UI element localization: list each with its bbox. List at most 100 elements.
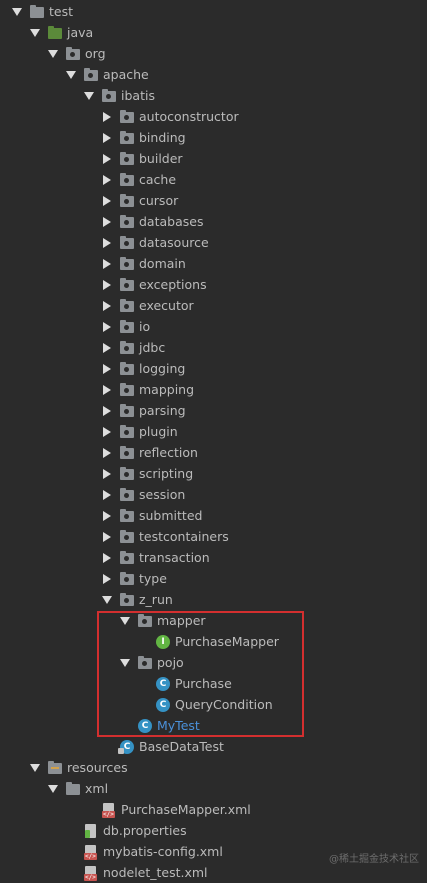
tree-node[interactable]: scripting [102,463,193,484]
collapsed-arrow-icon[interactable] [102,384,112,395]
tree-node[interactable]: xml [48,778,108,799]
tree-row[interactable]: z_run [0,589,427,610]
tree-node[interactable]: executor [102,295,194,316]
tree-row[interactable]: mapper [0,610,427,631]
tree-node[interactable]: C MyTest [120,715,200,736]
collapsed-arrow-icon[interactable] [102,258,112,269]
tree-node[interactable]: autoconstructor [102,106,239,127]
tree-row[interactable]: cursor [0,190,427,211]
collapsed-arrow-icon[interactable] [102,489,112,500]
tree-node[interactable]: testcontainers [102,526,229,547]
tree-node[interactable]: cache [102,169,176,190]
expanded-arrow-icon[interactable] [120,616,130,626]
expanded-arrow-icon[interactable] [120,658,130,668]
tree-node[interactable]: session [102,484,185,505]
tree-row[interactable]: PurchaseMapper.xml [0,799,427,820]
tree-node[interactable]: PurchaseMapper.xml [84,799,251,820]
tree-node[interactable]: nodelet_test.xml [66,862,208,883]
tree-row[interactable]: datasource [0,232,427,253]
tree-node[interactable]: parsing [102,400,186,421]
tree-node[interactable]: cursor [102,190,178,211]
tree-node[interactable]: apache [66,64,149,85]
expanded-arrow-icon[interactable] [102,595,112,605]
tree-row[interactable]: autoconstructor [0,106,427,127]
tree-node[interactable]: C Purchase [138,673,232,694]
tree-node[interactable]: datasource [102,232,209,253]
tree-node[interactable]: mapping [102,379,194,400]
tree-row[interactable]: plugin [0,421,427,442]
tree-node[interactable]: mybatis-config.xml [66,841,223,862]
tree-node[interactable]: jdbc [102,337,165,358]
tree-node[interactable]: databases [102,211,203,232]
tree-row[interactable]: databases [0,211,427,232]
tree-row[interactable]: ibatis [0,85,427,106]
tree-row[interactable]: transaction [0,547,427,568]
collapsed-arrow-icon[interactable] [102,174,112,185]
tree-node[interactable]: db.properties [66,820,187,841]
tree-node[interactable]: org [48,43,106,64]
tree-node[interactable]: mapper [120,610,206,631]
tree-row[interactable]: java [0,22,427,43]
tree-row[interactable]: io [0,316,427,337]
tree-row[interactable]: testcontainers [0,526,427,547]
tree-row[interactable]: C Purchase [0,673,427,694]
tree-node[interactable]: logging [102,358,185,379]
tree-row[interactable]: db.properties [0,820,427,841]
collapsed-arrow-icon[interactable] [102,531,112,542]
collapsed-arrow-icon[interactable] [102,132,112,143]
tree-node[interactable]: type [102,568,167,589]
collapsed-arrow-icon[interactable] [102,111,112,122]
tree-node[interactable]: reflection [102,442,198,463]
tree-node[interactable]: exceptions [102,274,207,295]
tree-row[interactable]: jdbc [0,337,427,358]
collapsed-arrow-icon[interactable] [102,447,112,458]
tree-row[interactable]: binding [0,127,427,148]
expanded-arrow-icon[interactable] [84,91,94,101]
collapsed-arrow-icon[interactable] [102,405,112,416]
tree-node[interactable]: C QueryCondition [138,694,273,715]
collapsed-arrow-icon[interactable] [102,342,112,353]
tree-node[interactable]: resources [30,757,128,778]
collapsed-arrow-icon[interactable] [102,573,112,584]
tree-row[interactable]: apache [0,64,427,85]
tree-node[interactable]: binding [102,127,186,148]
tree-node[interactable]: domain [102,253,186,274]
tree-node[interactable]: java [30,22,93,43]
collapsed-arrow-icon[interactable] [102,321,112,332]
expanded-arrow-icon[interactable] [30,763,40,773]
expanded-arrow-icon[interactable] [30,28,40,38]
tree-node[interactable]: test [12,1,73,22]
tree-node[interactable]: transaction [102,547,210,568]
tree-row[interactable]: executor [0,295,427,316]
tree-node[interactable]: io [102,316,150,337]
tree-row[interactable]: pojo [0,652,427,673]
tree-row[interactable]: session [0,484,427,505]
tree-row[interactable]: type [0,568,427,589]
collapsed-arrow-icon[interactable] [102,468,112,479]
collapsed-arrow-icon[interactable] [102,300,112,311]
tree-row[interactable]: C BaseDataTest [0,736,427,757]
tree-row[interactable]: C QueryCondition [0,694,427,715]
tree-node[interactable]: I PurchaseMapper [138,631,279,652]
collapsed-arrow-icon[interactable] [102,195,112,206]
tree-node[interactable]: plugin [102,421,178,442]
tree-row[interactable]: mapping [0,379,427,400]
tree-row[interactable]: domain [0,253,427,274]
expanded-arrow-icon[interactable] [66,70,76,80]
expanded-arrow-icon[interactable] [12,7,22,17]
tree-row[interactable]: test [0,1,427,22]
collapsed-arrow-icon[interactable] [102,426,112,437]
tree-node[interactable]: submitted [102,505,202,526]
tree-node[interactable]: builder [102,148,183,169]
tree-row[interactable]: cache [0,169,427,190]
collapsed-arrow-icon[interactable] [102,237,112,248]
tree-node[interactable]: ibatis [84,85,155,106]
tree-row[interactable]: org [0,43,427,64]
tree-row[interactable]: xml [0,778,427,799]
collapsed-arrow-icon[interactable] [102,552,112,563]
tree-row[interactable]: I PurchaseMapper [0,631,427,652]
tree-row[interactable]: builder [0,148,427,169]
expanded-arrow-icon[interactable] [48,49,58,59]
tree-row[interactable]: submitted [0,505,427,526]
collapsed-arrow-icon[interactable] [102,510,112,521]
